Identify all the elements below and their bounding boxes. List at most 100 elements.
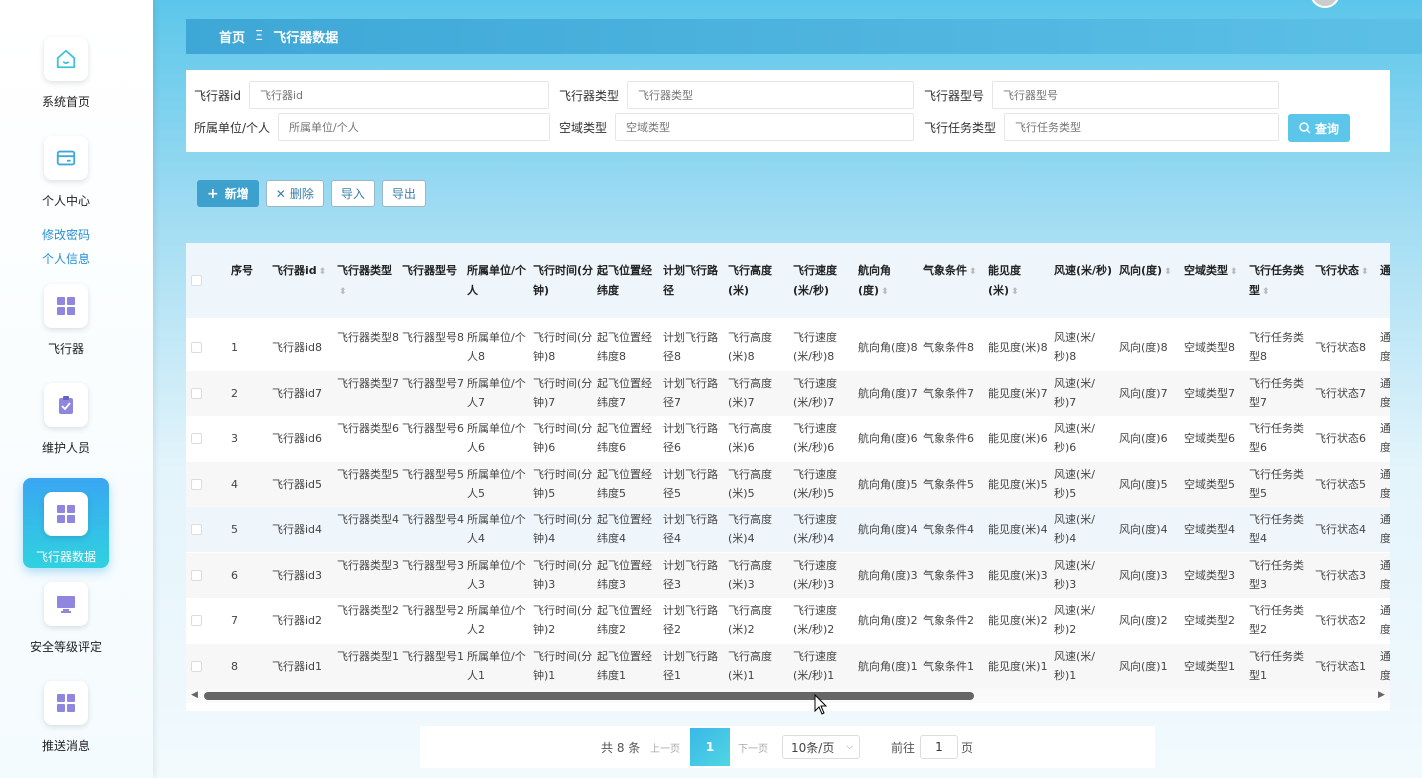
export-button[interactable]: 导出 bbox=[381, 180, 426, 207]
delete-button[interactable]: ✕ 删除 bbox=[265, 180, 324, 207]
column-header-label: 飞行速度(米/秒) bbox=[793, 264, 837, 297]
goto-page-input[interactable]: 1 bbox=[920, 735, 958, 759]
row-checkbox[interactable] bbox=[191, 342, 202, 353]
aircraft-id-input[interactable] bbox=[248, 81, 549, 109]
column-header[interactable]: 飞行任务类型 ⬍ bbox=[1249, 261, 1311, 302]
table-cell: 起飞位置经纬度4 bbox=[597, 513, 652, 545]
column-header[interactable]: 风向(度) ⬍ bbox=[1119, 261, 1181, 282]
table-row[interactable]: 8 飞行器id1 飞行器类型1 飞行器型号1 所属单位/个人1 飞行时间(分钟)1 起飞位置… bbox=[186, 643, 1390, 689]
table-row[interactable]: 1 飞行器id8 飞行器类型8 飞行器型号8 所属单位/个人8 飞行时间(分钟)8 起飞位置… bbox=[186, 325, 1390, 370]
table-row[interactable]: 4 飞行器id5 飞行器类型5 飞行器型号5 所属单位/个人5 飞行时间(分钟)5 起飞位置… bbox=[186, 461, 1390, 507]
sidebar-item-aircraft-data[interactable]: 飞行器数据 bbox=[23, 478, 109, 568]
sidebar-item-safety-rating[interactable]: 安全等级评定 bbox=[23, 568, 109, 658]
sort-icon[interactable]: ⬍ bbox=[969, 267, 977, 277]
row-checkbox[interactable] bbox=[191, 387, 202, 399]
sidebar-sub-change-password[interactable]: 修改密码 bbox=[42, 226, 90, 243]
sidebar-item-profile[interactable]: 个人中心 bbox=[23, 122, 109, 212]
grid-icon bbox=[44, 284, 88, 328]
column-header-label: 起飞位置经纬度 bbox=[597, 264, 652, 297]
column-header[interactable]: 空域类型 ⬍ bbox=[1184, 261, 1246, 282]
table-cell: 飞行速度(米/秒)1 bbox=[793, 649, 837, 682]
table-cell: 风速(米/秒)4 bbox=[1054, 513, 1095, 545]
table-cell: 所属单位/个人6 bbox=[467, 422, 526, 454]
column-header[interactable]: 计划飞行路径 bbox=[663, 261, 725, 301]
row-checkbox[interactable] bbox=[191, 615, 202, 626]
breadcrumb: 首页 Ξ 飞行器数据 bbox=[186, 19, 1422, 54]
row-checkbox[interactable] bbox=[191, 433, 202, 444]
sidebar-sub-personal-info[interactable]: 个人信息 bbox=[42, 250, 90, 267]
column-header[interactable]: 飞行时间(分钟) bbox=[533, 261, 595, 301]
column-header[interactable]: 所属单位/个人 bbox=[467, 261, 529, 301]
airspace-type-input[interactable] bbox=[615, 113, 915, 141]
page-size-select[interactable]: 10条/页 ⌵ bbox=[782, 735, 860, 759]
sort-icon[interactable]: ⬍ bbox=[339, 287, 347, 297]
sort-icon[interactable]: ⬍ bbox=[319, 267, 327, 277]
current-page[interactable]: 1 bbox=[690, 728, 730, 766]
column-header[interactable]: 通 bbox=[1380, 261, 1390, 281]
sort-icon[interactable]: ⬍ bbox=[1011, 287, 1019, 297]
table-cell: 飞行高度(米)2 bbox=[728, 604, 772, 636]
column-header[interactable]: 飞行速度(米/秒) bbox=[793, 261, 855, 301]
column-header[interactable]: 飞行器型号 bbox=[402, 261, 464, 281]
column-header[interactable]: 飞行器id ⬍ bbox=[272, 261, 334, 282]
table-row[interactable]: 3 飞行器id6 飞行器类型6 飞行器型号6 所属单位/个人6 飞行时间(分钟)6 起飞位置… bbox=[186, 416, 1390, 461]
query-button[interactable]: 查询 bbox=[1288, 114, 1350, 142]
select-all-checkbox[interactable] bbox=[191, 275, 202, 286]
query-label: 查询 bbox=[1314, 121, 1339, 136]
table-cell: 飞行任务类型2 bbox=[1249, 604, 1304, 636]
add-button[interactable]: + 新增 bbox=[197, 180, 259, 207]
row-checkbox[interactable] bbox=[191, 569, 202, 581]
table-row[interactable]: 5 飞行器id4 飞行器类型4 飞行器型号4 所属单位/个人4 飞行时间(分钟)4 起飞位置… bbox=[186, 507, 1390, 552]
sort-icon[interactable]: ⬍ bbox=[1262, 287, 1270, 297]
sort-icon[interactable]: ⬍ bbox=[1230, 267, 1238, 277]
row-checkbox[interactable] bbox=[191, 478, 202, 490]
sidebar-item-home[interactable]: 系统首页 bbox=[23, 23, 109, 113]
sidebar-item-maintainers[interactable]: 维护人员 bbox=[23, 369, 109, 459]
table-row[interactable]: 6 飞行器id3 飞行器类型3 飞行器型号3 所属单位/个人3 飞行时间(分钟)3 起飞位置… bbox=[186, 552, 1390, 598]
table-row[interactable]: 7 飞行器id2 飞行器类型2 飞行器型号2 所属单位/个人2 飞行时间(分钟)2 起飞位置… bbox=[186, 598, 1390, 643]
sidebar-item-push-messages[interactable]: 推送消息 bbox=[23, 667, 109, 757]
table-cell: 飞行时间(分钟)2 bbox=[533, 604, 593, 636]
column-header[interactable]: 飞行高度(米) bbox=[728, 261, 790, 301]
row-checkbox[interactable] bbox=[191, 524, 202, 535]
sidebar-item-label: 安全等级评定 bbox=[29, 640, 102, 654]
field-aircraft-type: 飞行器类型 bbox=[559, 81, 915, 109]
table-cell: 计划飞行路径7 bbox=[663, 376, 718, 409]
table-cell: 起飞位置经纬度6 bbox=[597, 422, 652, 454]
column-header[interactable]: 飞行状态 ⬍ bbox=[1315, 261, 1377, 282]
column-header[interactable]: 起飞位置经纬度 bbox=[597, 261, 659, 301]
sort-icon[interactable]: ⬍ bbox=[881, 287, 889, 297]
mission-type-input[interactable] bbox=[1004, 113, 1280, 141]
column-header[interactable]: 能见度(米) ⬍ bbox=[988, 261, 1050, 302]
column-header[interactable]: 气象条件 ⬍ bbox=[923, 261, 985, 282]
breadcrumb-home[interactable]: 首页 bbox=[219, 27, 245, 46]
scroll-right-icon[interactable]: ▶ bbox=[1378, 690, 1385, 700]
import-button[interactable]: 导入 bbox=[330, 180, 375, 207]
owner-input[interactable] bbox=[278, 113, 551, 141]
table-row[interactable]: 2 飞行器id7 飞行器类型7 飞行器型号7 所属单位/个人7 飞行时间(分钟)7 起飞位置… bbox=[186, 370, 1390, 416]
aircraft-type-input[interactable] bbox=[627, 81, 915, 109]
prev-page-button[interactable]: 上一页 bbox=[650, 740, 680, 755]
sidebar-item-aircraft[interactable]: 飞行器 bbox=[23, 270, 109, 360]
sort-icon[interactable]: ⬍ bbox=[1361, 267, 1369, 277]
scroll-left-icon[interactable]: ◀ bbox=[191, 690, 198, 700]
column-header[interactable]: 飞行器类型 ⬍ bbox=[337, 261, 399, 302]
avatar[interactable] bbox=[1310, 0, 1340, 8]
column-header[interactable]: 航向角(度) ⬍ bbox=[858, 261, 920, 302]
next-page-button[interactable]: 下一页 bbox=[738, 740, 768, 755]
search-panel: 飞行器id 飞行器类型 飞行器型号 所属单位/个人 空域类型 飞行任务类型 查询 bbox=[186, 70, 1390, 152]
column-header[interactable]: 风速(米/秒) bbox=[1054, 261, 1116, 281]
column-header[interactable]: 序号 bbox=[231, 261, 271, 281]
table-cell: 起飞位置经纬度2 bbox=[597, 604, 652, 636]
table-cell: 飞行时间(分钟)7 bbox=[533, 376, 593, 409]
aircraft-model-input[interactable] bbox=[992, 81, 1280, 109]
table-cell: 飞行任务类型5 bbox=[1249, 467, 1304, 500]
row-checkbox[interactable] bbox=[191, 660, 202, 672]
table-cell: 通度 bbox=[1380, 513, 1390, 545]
horizontal-scrollbar[interactable]: ◀ ▶ bbox=[186, 689, 1390, 703]
sort-icon[interactable]: ⬍ bbox=[1164, 267, 1172, 277]
table-cell: 飞行速度(米/秒)5 bbox=[793, 467, 837, 500]
scroll-thumb[interactable] bbox=[204, 692, 974, 700]
grid-icon bbox=[44, 492, 88, 536]
table-cell: 起飞位置经纬度1 bbox=[597, 649, 652, 682]
